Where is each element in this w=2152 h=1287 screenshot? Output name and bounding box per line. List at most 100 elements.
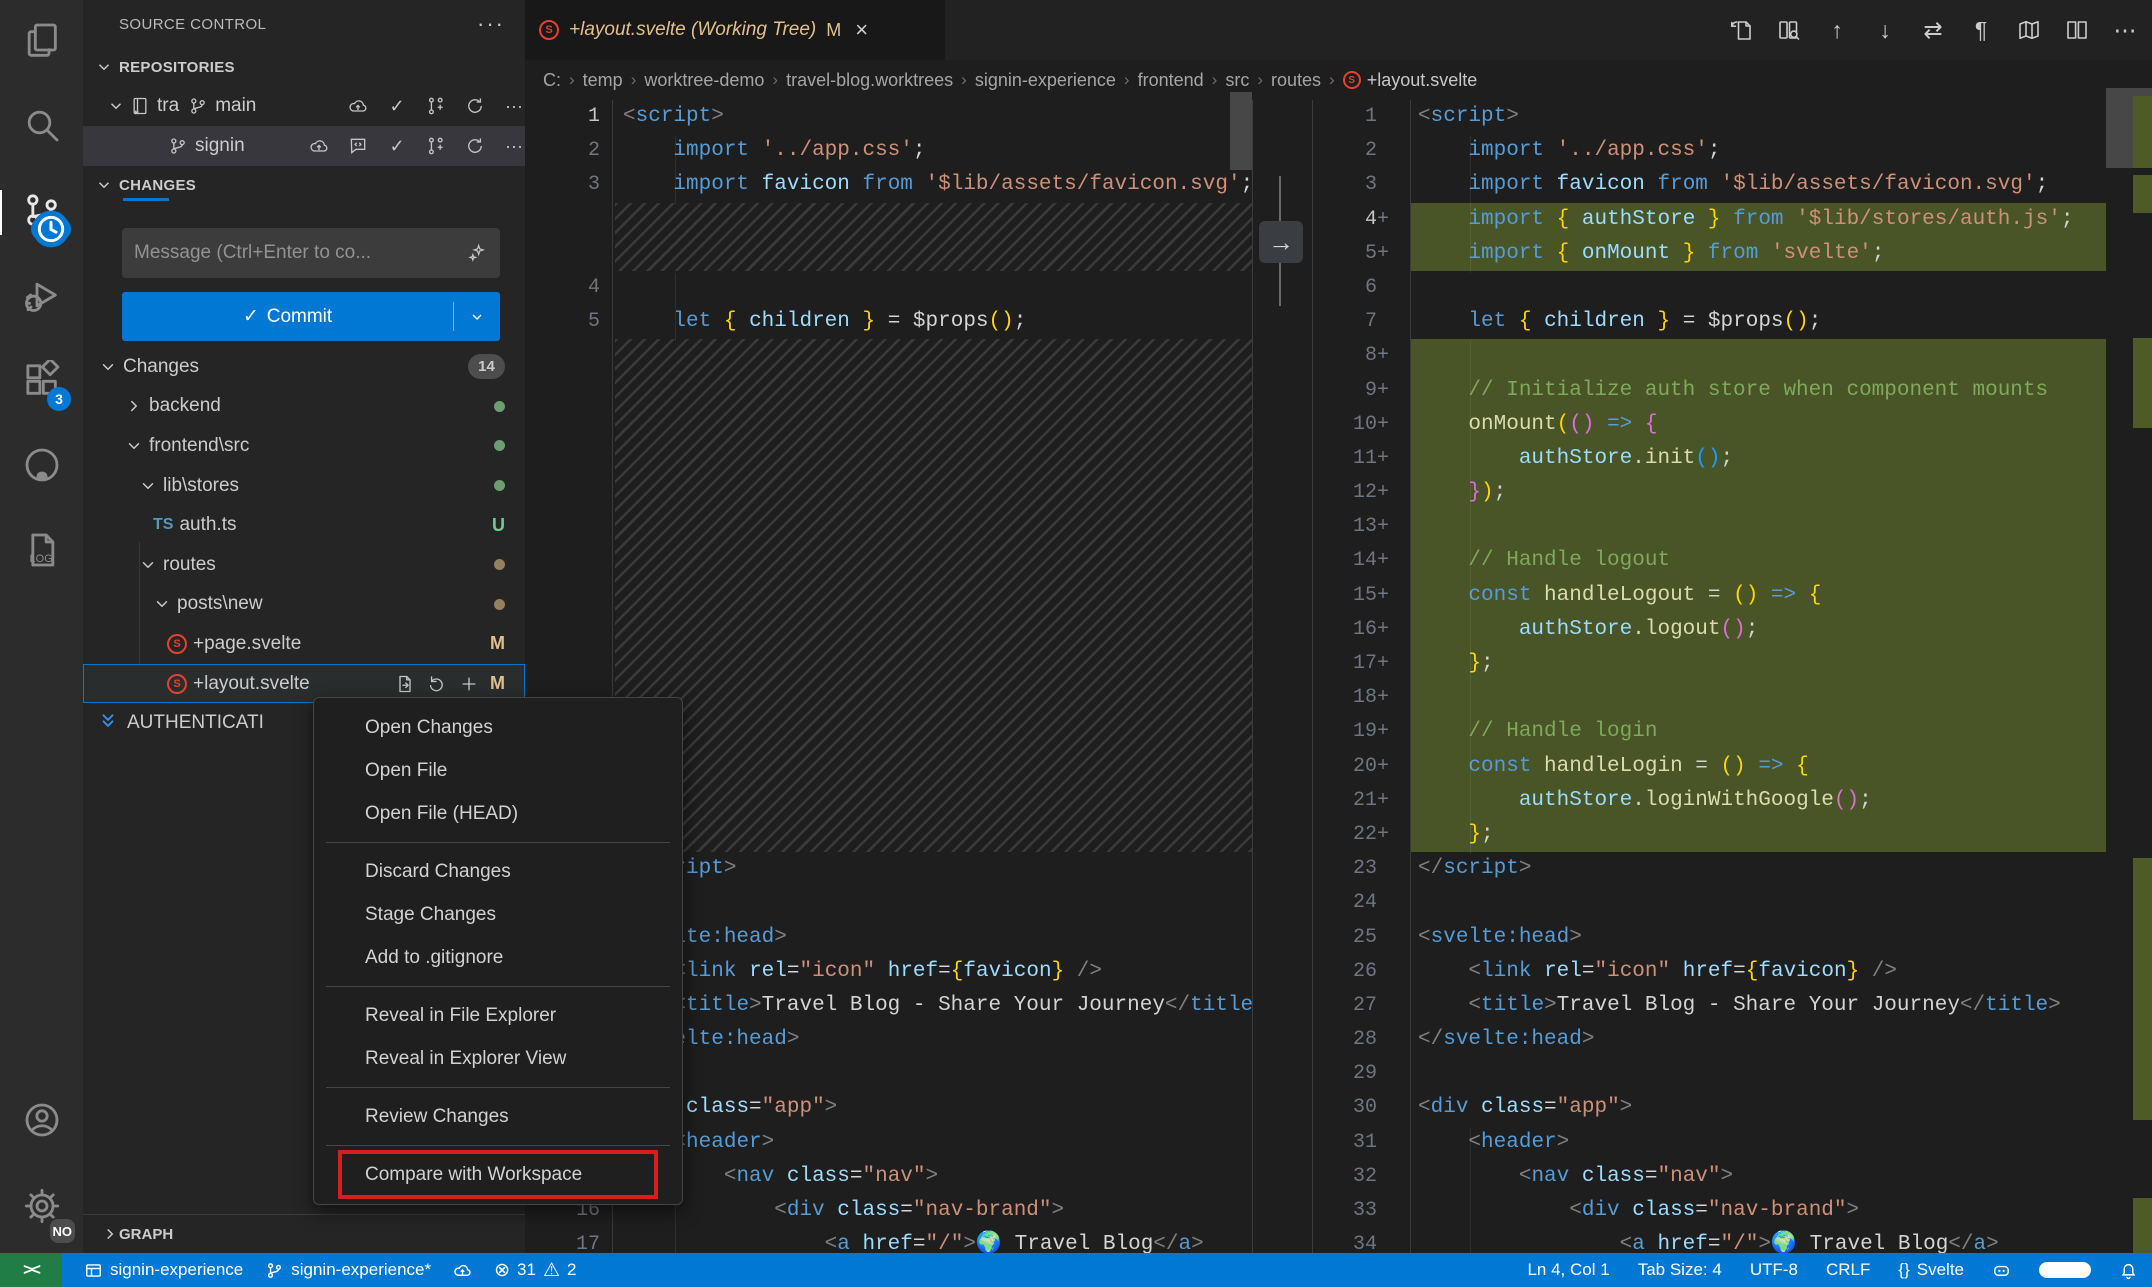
- tree-item-routes[interactable]: routes: [83, 545, 525, 585]
- branch-indicator[interactable]: signin-experience*: [265, 1260, 431, 1280]
- code-line-6[interactable]: 6: [1313, 271, 2106, 305]
- code-line-18[interactable]: 18+: [1313, 681, 2106, 715]
- scrollbar-thumb[interactable]: [1230, 92, 1252, 170]
- code-line-22[interactable]: 22+ };: [1313, 818, 2106, 852]
- encoding-indicator[interactable]: UTF-8: [1750, 1260, 1798, 1280]
- breadcrumb-item[interactable]: C:: [543, 70, 561, 91]
- tree-item-changes[interactable]: Changes14: [83, 347, 525, 387]
- code-line-12[interactable]: 12+ });: [1313, 476, 2106, 510]
- problems-indicator[interactable]: ⊗ 31 ⚠ 2: [494, 1259, 576, 1282]
- status-pill-toggle[interactable]: [2039, 1262, 2091, 1278]
- tree-item--page-svelte[interactable]: S+page.svelteM: [83, 624, 525, 664]
- menu-item-open-file[interactable]: Open File: [314, 749, 682, 792]
- menu-item-reveal-in-file-explorer[interactable]: Reveal in File Explorer: [314, 994, 682, 1037]
- code-line-15[interactable]: 15+ const handleLogout = () => {: [1313, 579, 2106, 613]
- tree-item-lib-stores[interactable]: lib\stores: [83, 466, 525, 506]
- menu-item-open-file-head-[interactable]: Open File (HEAD): [314, 792, 682, 835]
- notifications-bell-icon[interactable]: [2119, 1261, 2138, 1280]
- code-line-17[interactable]: 17+ };: [1313, 647, 2106, 681]
- discard-icon[interactable]: [426, 673, 448, 695]
- code-line-34[interactable]: 34 <a href="/">🌍 Travel Blog</a>: [1313, 1228, 2106, 1253]
- breadcrumb-item[interactable]: worktree-demo: [644, 70, 764, 91]
- chevron-down-icon[interactable]: [107, 97, 125, 115]
- language-indicator[interactable]: {}Svelte: [1898, 1260, 1964, 1280]
- code-line-17[interactable]: 17 <a href="/">🌍 Travel Blog</a>: [525, 1228, 1252, 1253]
- cursor-position[interactable]: Ln 4, Col 1: [1527, 1260, 1609, 1280]
- code-line-2[interactable]: 2 import '../app.css';: [525, 134, 1252, 168]
- repo-row-tra[interactable]: tra main ✓ ···: [83, 86, 525, 126]
- more-actions-icon[interactable]: ⋯: [2108, 13, 2142, 47]
- chevron-right-icon[interactable]: [125, 397, 143, 415]
- code-line-31[interactable]: 31 <header>: [1313, 1126, 2106, 1160]
- previous-change-icon[interactable]: ↑: [1820, 13, 1854, 47]
- whitespace-icon[interactable]: ¶: [1964, 13, 1998, 47]
- close-icon[interactable]: ×: [855, 17, 868, 43]
- breadcrumb-item[interactable]: temp: [583, 70, 623, 91]
- create-pr-icon[interactable]: [425, 135, 447, 157]
- section-repositories[interactable]: REPOSITORIES: [83, 48, 525, 86]
- tree-item-frontend-src[interactable]: frontend\src: [83, 426, 525, 466]
- open-file-icon[interactable]: [394, 673, 416, 695]
- activity-item-account[interactable]: [0, 1080, 83, 1165]
- activity-item-log[interactable]: LOG: [0, 510, 83, 595]
- refresh-icon[interactable]: [464, 135, 486, 157]
- breadcrumb-item[interactable]: frontend: [1138, 70, 1204, 91]
- inline-view-icon[interactable]: [1772, 13, 1806, 47]
- breadcrumb-item[interactable]: signin-experience: [975, 70, 1116, 91]
- menu-item-stage-changes[interactable]: Stage Changes: [314, 893, 682, 936]
- eol-indicator[interactable]: CRLF: [1826, 1260, 1870, 1280]
- commit-check-icon[interactable]: ✓: [386, 95, 408, 117]
- code-line-10[interactable]: 10+ onMount(() => {: [1313, 408, 2106, 442]
- sync-publish-button[interactable]: [453, 1261, 472, 1280]
- tree-item-backend[interactable]: backend: [83, 387, 525, 427]
- code-line-29[interactable]: 29: [1313, 1057, 2106, 1091]
- code-line-20[interactable]: 20+ const handleLogin = () => {: [1313, 750, 2106, 784]
- activity-item-github[interactable]: [0, 425, 83, 510]
- code-line-5[interactable]: 5+ import { onMount } from 'svelte';: [1313, 237, 2106, 271]
- tab-layout-svelte[interactable]: S +layout.svelte (Working Tree) M ×: [525, 0, 945, 60]
- commit-button[interactable]: ✓ Commit: [122, 292, 500, 341]
- comment-code-icon[interactable]: [347, 135, 369, 157]
- code-line-11[interactable]: 11+ authStore.init();: [1313, 442, 2106, 476]
- code-line-23[interactable]: 23</script>: [1313, 852, 2106, 886]
- code-line-4[interactable]: 4+ import { authStore } from '$lib/store…: [1313, 203, 2106, 237]
- code-line-19[interactable]: 19+ // Handle login: [1313, 715, 2106, 749]
- publish-cloud-icon[interactable]: [308, 135, 330, 157]
- code-line-5[interactable]: 5 let { children } = $props();: [525, 305, 1252, 339]
- chevron-down-icon[interactable]: [139, 556, 157, 574]
- code-line-25[interactable]: 25<svelte:head>: [1313, 921, 2106, 955]
- menu-item-review-changes[interactable]: Review Changes: [314, 1095, 682, 1138]
- workspace-indicator[interactable]: signin-experience: [84, 1260, 243, 1280]
- menu-item-discard-changes[interactable]: Discard Changes: [314, 850, 682, 893]
- repo-row-signin[interactable]: signin ✓ ···: [83, 126, 525, 166]
- map-icon[interactable]: [2012, 13, 2046, 47]
- open-changes-icon[interactable]: [1724, 13, 1758, 47]
- breadcrumb-item[interactable]: routes: [1271, 70, 1321, 91]
- code-line-4[interactable]: 4: [525, 271, 1252, 305]
- create-pr-icon[interactable]: [425, 95, 447, 117]
- activity-item-source-control[interactable]: [0, 170, 83, 255]
- chevron-down-icon[interactable]: [153, 595, 171, 613]
- code-line-27[interactable]: 27 <title>Travel Blog - Share Your Journ…: [1313, 989, 2106, 1023]
- tree-item-posts-new[interactable]: posts\new: [83, 585, 525, 625]
- code-line-3[interactable]: 3 import favicon from '$lib/assets/favic…: [1313, 168, 2106, 202]
- diff-next-change-arrow[interactable]: →: [1259, 221, 1303, 263]
- code-line-14[interactable]: 14+ // Handle logout: [1313, 544, 2106, 578]
- code-line-2[interactable]: 2 import '../app.css';: [1313, 134, 2106, 168]
- chevron-down-icon[interactable]: [125, 437, 143, 455]
- more-actions-icon[interactable]: ···: [503, 95, 525, 117]
- remote-indicator[interactable]: ><: [0, 1253, 62, 1287]
- diff-modified-pane[interactable]: 1<script>2 import '../app.css';3 import …: [1313, 100, 2152, 1253]
- copilot-icon[interactable]: [1992, 1261, 2011, 1280]
- activity-item-extensions[interactable]: 3: [0, 340, 83, 425]
- breadcrumb-item[interactable]: S+layout.svelte: [1343, 70, 1478, 91]
- code-line-30[interactable]: 30<div class="app">: [1313, 1091, 2106, 1125]
- breadcrumb-item[interactable]: travel-blog.worktrees: [786, 70, 953, 91]
- code-line-32[interactable]: 32 <nav class="nav">: [1313, 1160, 2106, 1194]
- swap-sides-icon[interactable]: ⇄: [1916, 13, 1950, 47]
- more-actions-icon[interactable]: ···: [503, 135, 525, 157]
- code-line-28[interactable]: 28</svelte:head>: [1313, 1023, 2106, 1057]
- code-line-1[interactable]: 1<script>: [525, 100, 1252, 134]
- next-change-icon[interactable]: ↓: [1868, 13, 1902, 47]
- code-line-9[interactable]: 9+ // Initialize auth store when compone…: [1313, 374, 2106, 408]
